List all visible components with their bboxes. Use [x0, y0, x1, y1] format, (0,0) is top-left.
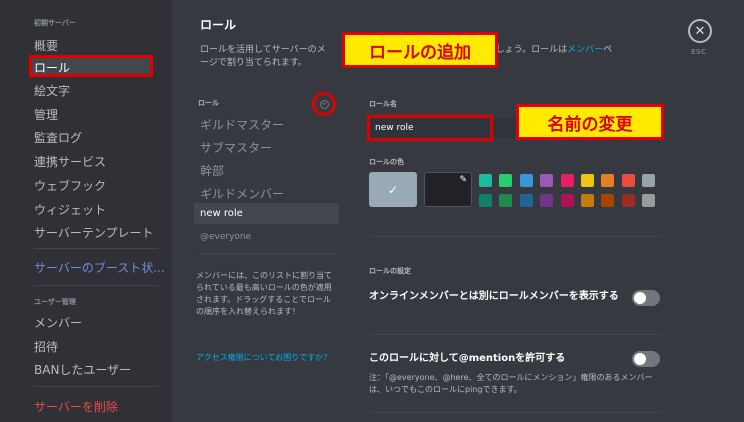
mention-toggle[interactable] [632, 351, 660, 367]
toggle-knob [634, 353, 646, 365]
sidebar-divider [34, 248, 158, 249]
sidebar-section-server: 初期サーバー [34, 19, 76, 27]
sidebar-item-roles[interactable]: ロール [29, 55, 153, 77]
section-divider [369, 236, 661, 237]
toggle-knob [634, 292, 646, 304]
role-list-note: メンバーには、このリストに割り当てられている最も高いロールの色が適用されます。ド… [196, 271, 332, 316]
members-link[interactable]: メンバー [567, 45, 603, 55]
color-swatch[interactable] [560, 194, 574, 207]
role-list-header: ロール [198, 99, 219, 107]
color-swatch[interactable] [581, 194, 594, 207]
role-item-selected[interactable]: new role [194, 203, 339, 224]
role-list-divider [198, 253, 336, 254]
permissions-help-link[interactable]: アクセス権限についてお困りですか？ [196, 352, 336, 364]
color-swatch[interactable] [601, 174, 615, 187]
sidebar-item-invites[interactable]: 招待 [34, 338, 58, 355]
role-color-label: ロールの色 [369, 158, 404, 166]
mention-setting-note: 注：「@everyone、@here、全てのロールにメンション」権限のあるメンバ… [369, 373, 653, 394]
esc-label: ESC [691, 48, 706, 56]
sidebar-item-delete-server[interactable]: サーバーを削除 [34, 398, 118, 415]
sidebar-item-boost[interactable]: サーバーのブースト状... [34, 259, 165, 276]
sidebar-item-emoji[interactable]: 絵文字 [34, 82, 70, 99]
role-settings-label: ロールの設定 [369, 267, 411, 275]
sidebar-divider [34, 285, 158, 286]
role-item-everyone[interactable]: @everyone [200, 232, 251, 242]
sidebar-item-overview[interactable]: 概要 [34, 37, 58, 54]
hoist-toggle[interactable] [632, 290, 660, 306]
eyedropper-icon: ✎ [459, 175, 467, 185]
color-swatch[interactable] [601, 194, 615, 207]
custom-color-picker[interactable]: ✎ [424, 172, 472, 207]
color-swatch[interactable] [519, 194, 533, 207]
color-swatch[interactable] [560, 174, 574, 187]
sidebar-item-widget[interactable]: ウィジェット [34, 201, 106, 218]
settings-sidebar: 初期サーバー 概要 ロール 絵文字 管理 監査ログ 連携サービス ウェブフック … [0, 0, 172, 422]
color-swatch[interactable] [581, 174, 594, 187]
color-swatch[interactable] [642, 174, 656, 187]
color-swatch[interactable] [621, 174, 635, 187]
mention-setting-label: このロールに対して@mentionを許可する [369, 353, 566, 364]
color-swatch[interactable] [479, 174, 492, 187]
page-title: ロール [200, 18, 237, 32]
hoist-setting-label: オンラインメンバーとは別にロールメンバーを表示する [369, 291, 619, 302]
callout-add-role: ロールの追加 [342, 32, 498, 68]
section-divider [369, 412, 661, 413]
color-swatch[interactable] [621, 194, 635, 207]
role-name-label: ロール名 [369, 100, 397, 108]
close-icon[interactable]: ✕ [688, 19, 712, 43]
role-item[interactable]: 幹部 [200, 162, 224, 179]
sidebar-item-webhooks[interactable]: ウェブフック [34, 177, 106, 194]
color-swatch[interactable] [479, 194, 492, 207]
color-swatch[interactable] [499, 194, 513, 207]
section-divider [369, 334, 661, 335]
sidebar-item-label: ロール [34, 61, 71, 75]
role-name-input[interactable] [367, 115, 493, 141]
color-swatch[interactable] [540, 194, 554, 207]
sidebar-item-bans[interactable]: BANしたユーザー [34, 361, 131, 378]
color-swatch[interactable] [499, 174, 513, 187]
role-item[interactable]: サブマスター [200, 139, 272, 156]
sidebar-item-members[interactable]: メンバー [34, 314, 82, 331]
callout-rename: 名前の変更 [516, 104, 664, 140]
sidebar-divider [34, 386, 158, 387]
default-color-swatch[interactable]: ✓ [369, 172, 417, 207]
role-item[interactable]: ギルドメンバー [200, 185, 284, 202]
sidebar-section-user: ユーザー管理 [34, 298, 76, 306]
color-swatch[interactable] [642, 194, 656, 207]
sidebar-item-moderation[interactable]: 管理 [34, 106, 58, 123]
color-swatch[interactable] [540, 174, 554, 187]
add-role-button[interactable]: + [312, 92, 336, 116]
role-item[interactable]: ギルドマスター [200, 116, 284, 133]
sidebar-item-templates[interactable]: サーバーテンプレート [34, 224, 154, 241]
sidebar-item-audit-log[interactable]: 監査ログ [34, 129, 82, 146]
color-swatch[interactable] [519, 174, 533, 187]
sidebar-item-integrations[interactable]: 連携サービス [34, 153, 106, 170]
plus-icon: + [319, 99, 329, 109]
check-icon: ✓ [387, 182, 399, 197]
